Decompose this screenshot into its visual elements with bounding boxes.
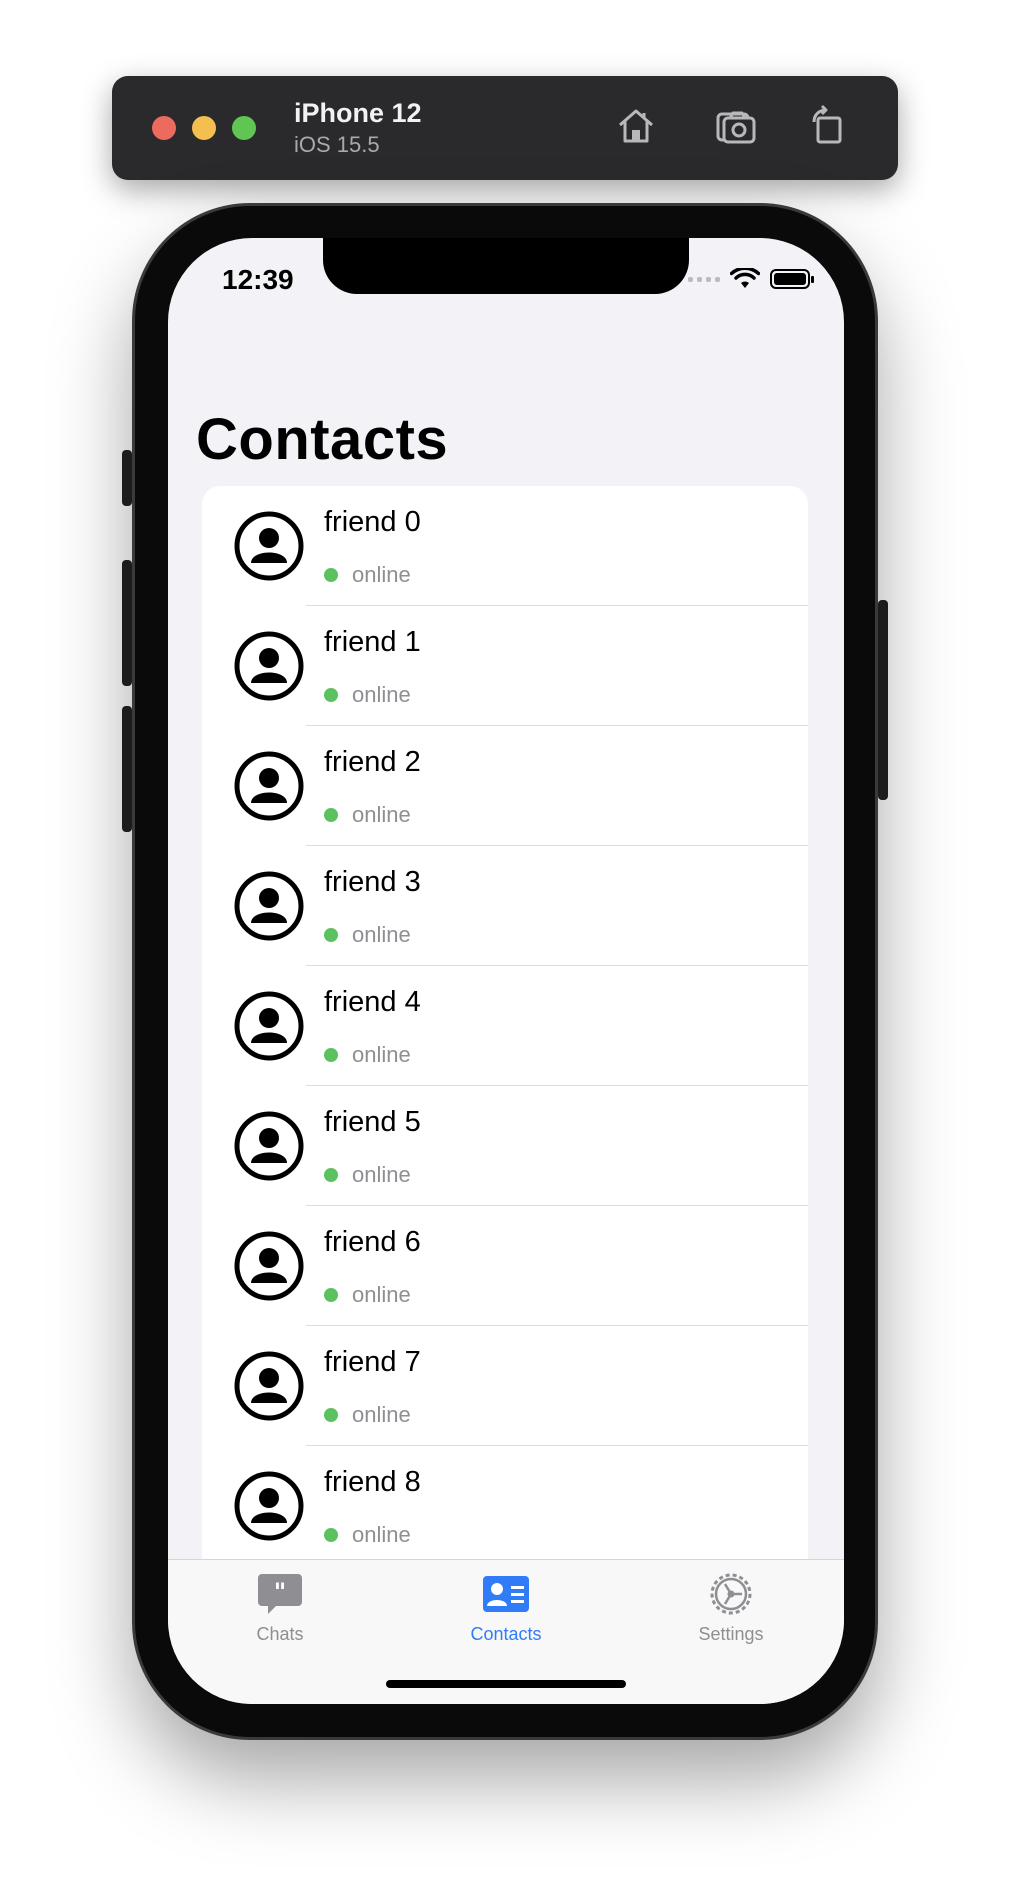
tab-label: Contacts <box>470 1624 542 1644</box>
power-button <box>878 600 888 800</box>
online-indicator <box>324 1408 338 1422</box>
battery-icon <box>770 269 814 289</box>
contact-status: online <box>352 1402 411 1427</box>
person-circle-icon <box>234 511 304 581</box>
tab-bar: " Chats Contacts Settings <box>168 1559 844 1704</box>
tab-label: Chats <box>256 1624 304 1644</box>
person-circle-icon <box>234 1351 304 1421</box>
list-item[interactable]: friend 1 online <box>202 606 808 726</box>
person-circle-icon <box>234 1471 304 1541</box>
online-indicator <box>324 1048 338 1062</box>
volume-up-button <box>122 560 132 686</box>
list-item[interactable]: friend 5 online <box>202 1086 808 1206</box>
simulator-toolbar: iPhone 12 iOS 15.5 <box>112 76 898 180</box>
contact-status: online <box>352 1162 411 1187</box>
online-indicator <box>324 1528 338 1542</box>
online-indicator <box>324 928 338 942</box>
list-item[interactable]: friend 2 online <box>202 726 808 846</box>
tab-contacts[interactable]: Contacts <box>421 1570 591 1645</box>
contact-status: online <box>352 1042 411 1067</box>
tab-chats[interactable]: " Chats <box>195 1570 365 1645</box>
contact-name: friend 3 <box>324 866 421 898</box>
status-indicators <box>688 268 814 290</box>
screenshot-button[interactable] <box>710 100 762 152</box>
contact-name: friend 2 <box>324 746 421 778</box>
cellular-signal-icon <box>688 276 720 282</box>
contact-name: friend 6 <box>324 1226 421 1258</box>
list-item[interactable]: friend 7 online <box>202 1326 808 1446</box>
list-item[interactable]: friend 6 online <box>202 1206 808 1326</box>
screenshot-icon <box>716 111 756 144</box>
silent-switch <box>122 450 132 506</box>
contact-name: friend 4 <box>324 986 421 1018</box>
contact-status: online <box>352 802 411 827</box>
list-item[interactable]: friend 8 online <box>202 1446 808 1566</box>
contact-name: friend 1 <box>324 626 421 658</box>
minimize-window-button[interactable] <box>192 116 216 140</box>
device-name: iPhone 12 <box>294 98 422 128</box>
contact-card-icon <box>483 1576 529 1612</box>
contact-name: friend 8 <box>324 1466 421 1498</box>
person-circle-icon <box>234 631 304 701</box>
close-window-button[interactable] <box>152 116 176 140</box>
home-button[interactable] <box>610 100 662 152</box>
list-item[interactable]: friend 3 online <box>202 846 808 966</box>
online-indicator <box>324 1288 338 1302</box>
os-version: iOS 15.5 <box>294 132 380 157</box>
home-indicator <box>386 1680 626 1688</box>
chat-bubble-icon: " <box>258 1574 302 1614</box>
online-indicator <box>324 808 338 822</box>
home-icon <box>619 109 653 143</box>
status-time: 12:39 <box>222 264 294 295</box>
contact-status: online <box>352 682 411 707</box>
wifi-icon <box>730 268 760 288</box>
contact-status: online <box>352 562 411 587</box>
notch <box>323 238 689 294</box>
zoom-window-button[interactable] <box>232 116 256 140</box>
contact-name: friend 0 <box>324 506 421 538</box>
gear-icon <box>710 1573 752 1615</box>
svg-text:": " <box>274 1578 287 1606</box>
contact-status: online <box>352 922 411 947</box>
contact-name: friend 7 <box>324 1346 421 1378</box>
person-circle-icon <box>234 751 304 821</box>
contact-status: online <box>352 1522 411 1547</box>
rotate-icon <box>812 104 842 144</box>
person-circle-icon <box>234 871 304 941</box>
tab-settings[interactable]: Settings <box>646 1570 816 1645</box>
volume-down-button <box>122 706 132 832</box>
contact-status: online <box>352 1282 411 1307</box>
rotate-button[interactable] <box>800 100 852 152</box>
contact-list: friend 0 online friend 1 online friend 2 onli… <box>202 486 808 1566</box>
contact-name: friend 5 <box>324 1106 421 1138</box>
online-indicator <box>324 688 338 702</box>
online-indicator <box>324 568 338 582</box>
person-circle-icon <box>234 1111 304 1181</box>
tab-label: Settings <box>698 1624 764 1644</box>
online-indicator <box>324 1168 338 1182</box>
page-title: Contacts <box>196 407 449 472</box>
list-item[interactable]: friend 0 online <box>202 486 808 606</box>
person-circle-icon <box>234 1231 304 1301</box>
phone-screen: 12:39 Contacts friend 0 online friend 1 onl… <box>168 238 844 1704</box>
list-item[interactable]: friend 4 online <box>202 966 808 1086</box>
person-circle-icon <box>234 991 304 1061</box>
